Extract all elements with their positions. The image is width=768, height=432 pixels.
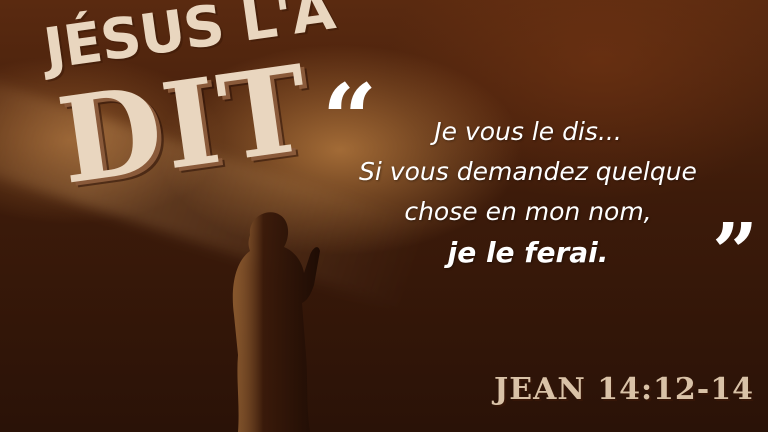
verse-text: Je vous le dis... Si vous demandez quelq…: [318, 112, 738, 274]
title-line-2: DIT: [50, 38, 319, 211]
verse-line-4: je le ferai.: [447, 236, 609, 269]
verse-line-2: Si vous demandez quelque: [359, 157, 697, 186]
verse-line-3: chose en mon nom,: [404, 197, 652, 226]
slide-background: JÉSUS L'A DIT “ Je vous le dis... Si vou…: [0, 0, 768, 432]
scripture-reference: JEAN 14:12-14: [494, 372, 754, 407]
close-quote-icon: ”: [712, 205, 759, 299]
verse-line-1: Je vous le dis...: [434, 117, 622, 146]
